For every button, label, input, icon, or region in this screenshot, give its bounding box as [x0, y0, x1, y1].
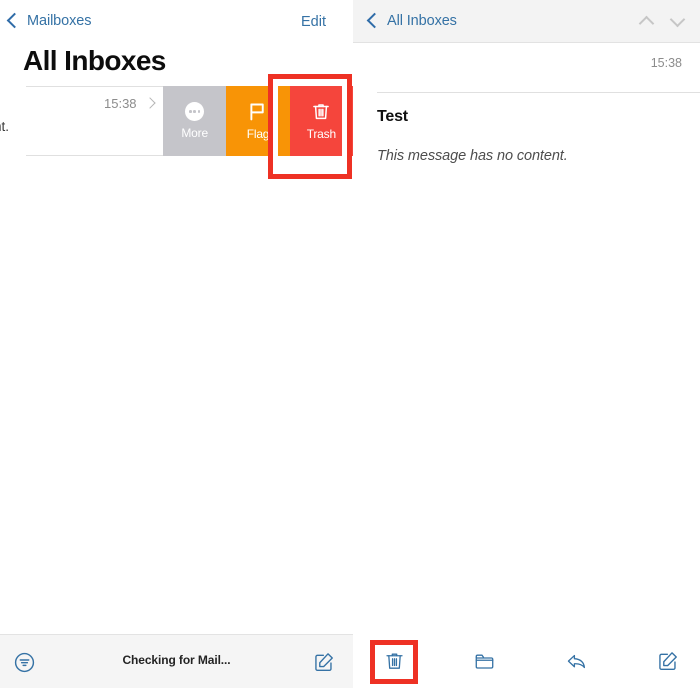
swipe-flag-button[interactable]: Flag	[226, 86, 290, 156]
page-title: All Inboxes	[23, 45, 166, 76]
more-dots-icon	[185, 102, 205, 121]
folder-icon[interactable]	[470, 648, 498, 674]
message-header-separator	[377, 92, 700, 93]
swipe-action-group: More Flag Trash	[163, 86, 353, 156]
right-navigation-bar: All Inboxes	[353, 0, 700, 43]
chevron-up-icon[interactable]	[640, 14, 653, 27]
back-to-mailboxes-label: Mailboxes	[27, 13, 92, 29]
chevron-left-icon	[6, 12, 23, 29]
swipe-flag-label: Flag	[246, 127, 270, 141]
mailbox-list-panel: Mailboxes Edit All Inboxes nt. 15:38 Mor…	[0, 0, 353, 688]
left-bottom-toolbar: Checking for Mail...	[0, 634, 353, 688]
edit-button[interactable]: Edit	[301, 14, 326, 30]
app-screen: Mailboxes Edit All Inboxes nt. 15:38 Mor…	[0, 0, 700, 688]
back-to-all-inboxes-button[interactable]: All Inboxes	[366, 12, 457, 29]
mail-status-text: Checking for Mail...	[122, 653, 231, 667]
toolbar-trash-button[interactable]	[380, 648, 408, 674]
compose-icon[interactable]	[310, 649, 338, 675]
swipe-more-label: More	[181, 126, 208, 140]
swipe-more-button[interactable]: More	[163, 86, 227, 156]
mail-list-row[interactable]: nt. 15:38 More Fl	[0, 86, 353, 156]
message-body: This message has no content.	[377, 148, 568, 164]
back-to-mailboxes-button[interactable]: Mailboxes	[6, 12, 92, 29]
compose-icon[interactable]	[654, 648, 682, 674]
message-time: 15:38	[650, 56, 682, 70]
chevron-down-icon[interactable]	[671, 14, 684, 27]
mail-preview-remnant: nt.	[0, 119, 10, 134]
message-nav-arrows	[640, 14, 684, 27]
chevron-right-icon	[144, 97, 156, 109]
swipe-trash-button[interactable]: Trash	[289, 86, 353, 156]
message-detail-panel: All Inboxes 15:38 Test This message has …	[353, 0, 700, 688]
back-to-all-inboxes-label: All Inboxes	[387, 13, 457, 29]
chevron-left-icon	[366, 12, 383, 29]
swipe-trash-label: Trash	[306, 127, 336, 141]
trash-icon	[311, 101, 331, 122]
left-navigation-bar: Mailboxes Edit	[0, 0, 353, 40]
message-subject: Test	[377, 108, 408, 125]
mail-row-time: 15:38	[104, 96, 137, 111]
flag-icon	[247, 101, 268, 122]
reply-icon[interactable]	[562, 648, 590, 674]
